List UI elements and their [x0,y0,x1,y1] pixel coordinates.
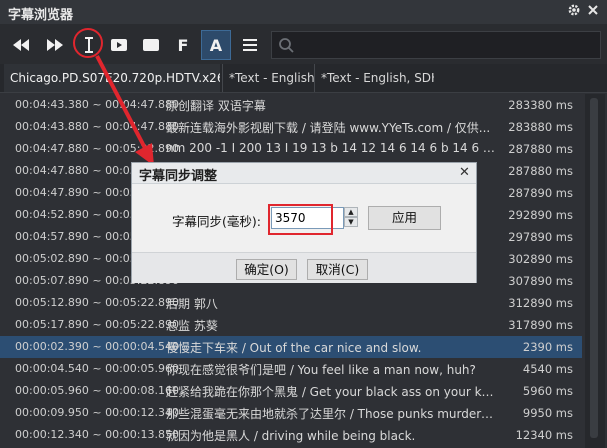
cancel-button[interactable]: 取消(C) [307,259,368,280]
spin-down-icon[interactable]: ▼ [344,217,358,227]
subtitle-browser-window: 字幕浏览器 F A Chicago.PD.S07E20.720p.HDTV.x2… [0,0,607,448]
dialog-close-icon[interactable]: ✕ [459,165,470,180]
spin-up-icon[interactable]: ▲ [344,207,358,217]
ok-button[interactable]: 确定(O) [236,259,297,280]
dialog-title-bar: 字幕同步调整 ✕ [132,163,476,184]
dialog-title: 字幕同步调整 [139,169,218,184]
apply-button[interactable]: 应用 [368,206,441,230]
dialog-footer [132,252,476,283]
annotation-box [268,204,333,235]
sync-ms-spinner[interactable]: ▲ ▼ [344,207,360,229]
sync-ms-label: 字幕同步(毫秒): [172,214,261,229]
